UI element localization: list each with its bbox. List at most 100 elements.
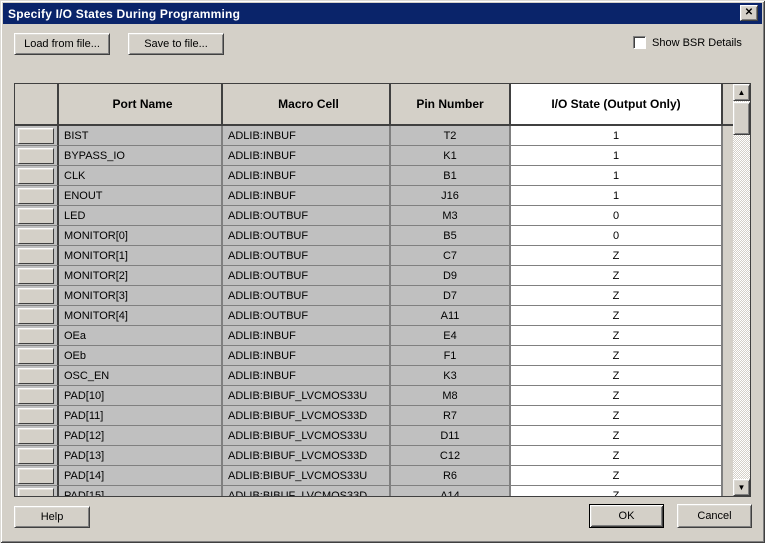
io-state-cell[interactable]: 1 — [511, 146, 723, 166]
port-name-cell: OEb — [59, 346, 223, 366]
port-name-cell: OEa — [59, 326, 223, 346]
pin-number-cell: B5 — [391, 226, 511, 246]
load-from-file-button[interactable]: Load from file... — [14, 33, 110, 55]
table-header-row: Port Name Macro Cell Pin Number I/O Stat… — [15, 84, 733, 126]
checkbox-icon[interactable] — [633, 36, 646, 49]
io-state-cell[interactable]: 0 — [511, 226, 723, 246]
row-header-cell[interactable] — [15, 466, 59, 486]
table-row: MONITOR[0] ADLIB:OUTBUF B5 0 — [15, 226, 733, 246]
io-state-cell[interactable]: Z — [511, 246, 723, 266]
row-select-button[interactable] — [18, 188, 54, 204]
row-select-button[interactable] — [18, 368, 54, 384]
row-header-cell[interactable] — [15, 266, 59, 286]
row-select-button[interactable] — [18, 348, 54, 364]
row-select-button[interactable] — [18, 468, 54, 484]
port-name-cell: OSC_EN — [59, 366, 223, 386]
row-select-button[interactable] — [18, 328, 54, 344]
row-select-button[interactable] — [18, 268, 54, 284]
dialog-title: Specify I/O States During Programming — [8, 7, 240, 21]
scrollbar-thumb[interactable] — [733, 102, 750, 135]
io-state-cell[interactable]: Z — [511, 406, 723, 426]
row-select-button[interactable] — [18, 168, 54, 184]
row-header-cell[interactable] — [15, 286, 59, 306]
table-row: PAD[13] ADLIB:BIBUF_LVCMOS33D C12 Z — [15, 446, 733, 466]
row-select-button[interactable] — [18, 428, 54, 444]
macro-cell-cell: ADLIB:OUTBUF — [223, 306, 391, 326]
row-select-button[interactable] — [18, 448, 54, 464]
pin-number-cell: F1 — [391, 346, 511, 366]
port-name-cell: CLK — [59, 166, 223, 186]
row-header-cell[interactable] — [15, 426, 59, 446]
row-select-button[interactable] — [18, 248, 54, 264]
io-state-cell[interactable]: 0 — [511, 206, 723, 226]
pin-number-cell: B1 — [391, 166, 511, 186]
table-row: MONITOR[1] ADLIB:OUTBUF C7 Z — [15, 246, 733, 266]
macro-cell-cell: ADLIB:BIBUF_LVCMOS33U — [223, 426, 391, 446]
io-state-cell[interactable]: Z — [511, 286, 723, 306]
row-header-cell[interactable] — [15, 166, 59, 186]
io-state-cell[interactable]: Z — [511, 486, 723, 496]
io-state-cell[interactable]: 1 — [511, 126, 723, 146]
header-io-state: I/O State (Output Only) — [511, 84, 723, 124]
save-to-file-button[interactable]: Save to file... — [128, 33, 224, 55]
port-name-cell: MONITOR[2] — [59, 266, 223, 286]
io-state-cell[interactable]: Z — [511, 426, 723, 446]
close-button[interactable]: ✕ — [740, 5, 758, 21]
vertical-scrollbar[interactable]: ▲ ▼ — [733, 84, 750, 496]
row-select-button[interactable] — [18, 148, 54, 164]
io-state-cell[interactable]: Z — [511, 446, 723, 466]
row-header-cell[interactable] — [15, 386, 59, 406]
help-button[interactable]: Help — [14, 506, 90, 528]
row-header-cell[interactable] — [15, 306, 59, 326]
row-header-cell[interactable] — [15, 146, 59, 166]
row-header-cell[interactable] — [15, 226, 59, 246]
table-main-area: Port Name Macro Cell Pin Number I/O Stat… — [15, 84, 733, 496]
row-select-button[interactable] — [18, 128, 54, 144]
io-state-cell[interactable]: Z — [511, 466, 723, 486]
row-header-cell[interactable] — [15, 126, 59, 146]
io-state-cell[interactable]: Z — [511, 326, 723, 346]
pin-number-cell: A14 — [391, 486, 511, 496]
table-row: BYPASS_IO ADLIB:INBUF K1 1 — [15, 146, 733, 166]
port-name-cell: PAD[12] — [59, 426, 223, 446]
port-name-cell: PAD[15] — [59, 486, 223, 496]
cancel-button[interactable]: Cancel — [677, 504, 752, 528]
row-header-cell[interactable] — [15, 346, 59, 366]
row-header-cell[interactable] — [15, 406, 59, 426]
table-row: LED ADLIB:OUTBUF M3 0 — [15, 206, 733, 226]
io-state-cell[interactable]: 1 — [511, 166, 723, 186]
row-header-cell[interactable] — [15, 186, 59, 206]
titlebar[interactable]: Specify I/O States During Programming ✕ — [3, 3, 762, 24]
table-row: PAD[10] ADLIB:BIBUF_LVCMOS33U M8 Z — [15, 386, 733, 406]
row-select-button[interactable] — [18, 308, 54, 324]
row-header-cell[interactable] — [15, 246, 59, 266]
io-state-cell[interactable]: Z — [511, 366, 723, 386]
table-row: OEa ADLIB:INBUF E4 Z — [15, 326, 733, 346]
pin-number-cell: A11 — [391, 306, 511, 326]
row-select-button[interactable] — [18, 228, 54, 244]
row-select-button[interactable] — [18, 288, 54, 304]
table-row: BIST ADLIB:INBUF T2 1 — [15, 126, 733, 146]
io-state-cell[interactable]: Z — [511, 386, 723, 406]
close-icon: ✕ — [745, 8, 753, 18]
row-header-cell[interactable] — [15, 486, 59, 496]
io-state-cell[interactable]: Z — [511, 346, 723, 366]
row-header-cell[interactable] — [15, 366, 59, 386]
ok-button[interactable]: OK — [589, 504, 664, 528]
table-row: OSC_EN ADLIB:INBUF K3 Z — [15, 366, 733, 386]
io-state-cell[interactable]: Z — [511, 306, 723, 326]
io-state-cell[interactable]: 1 — [511, 186, 723, 206]
macro-cell-cell: ADLIB:INBUF — [223, 366, 391, 386]
row-select-button[interactable] — [18, 208, 54, 224]
row-select-button[interactable] — [18, 488, 54, 497]
header-row-selector — [15, 84, 59, 124]
scroll-down-button[interactable]: ▼ — [733, 479, 750, 496]
row-header-cell[interactable] — [15, 206, 59, 226]
row-header-cell[interactable] — [15, 326, 59, 346]
io-state-cell[interactable]: Z — [511, 266, 723, 286]
scroll-up-button[interactable]: ▲ — [733, 84, 750, 101]
row-select-button[interactable] — [18, 408, 54, 424]
row-header-cell[interactable] — [15, 446, 59, 466]
row-select-button[interactable] — [18, 388, 54, 404]
show-bsr-details-checkbox[interactable]: Show BSR Details — [633, 36, 742, 49]
